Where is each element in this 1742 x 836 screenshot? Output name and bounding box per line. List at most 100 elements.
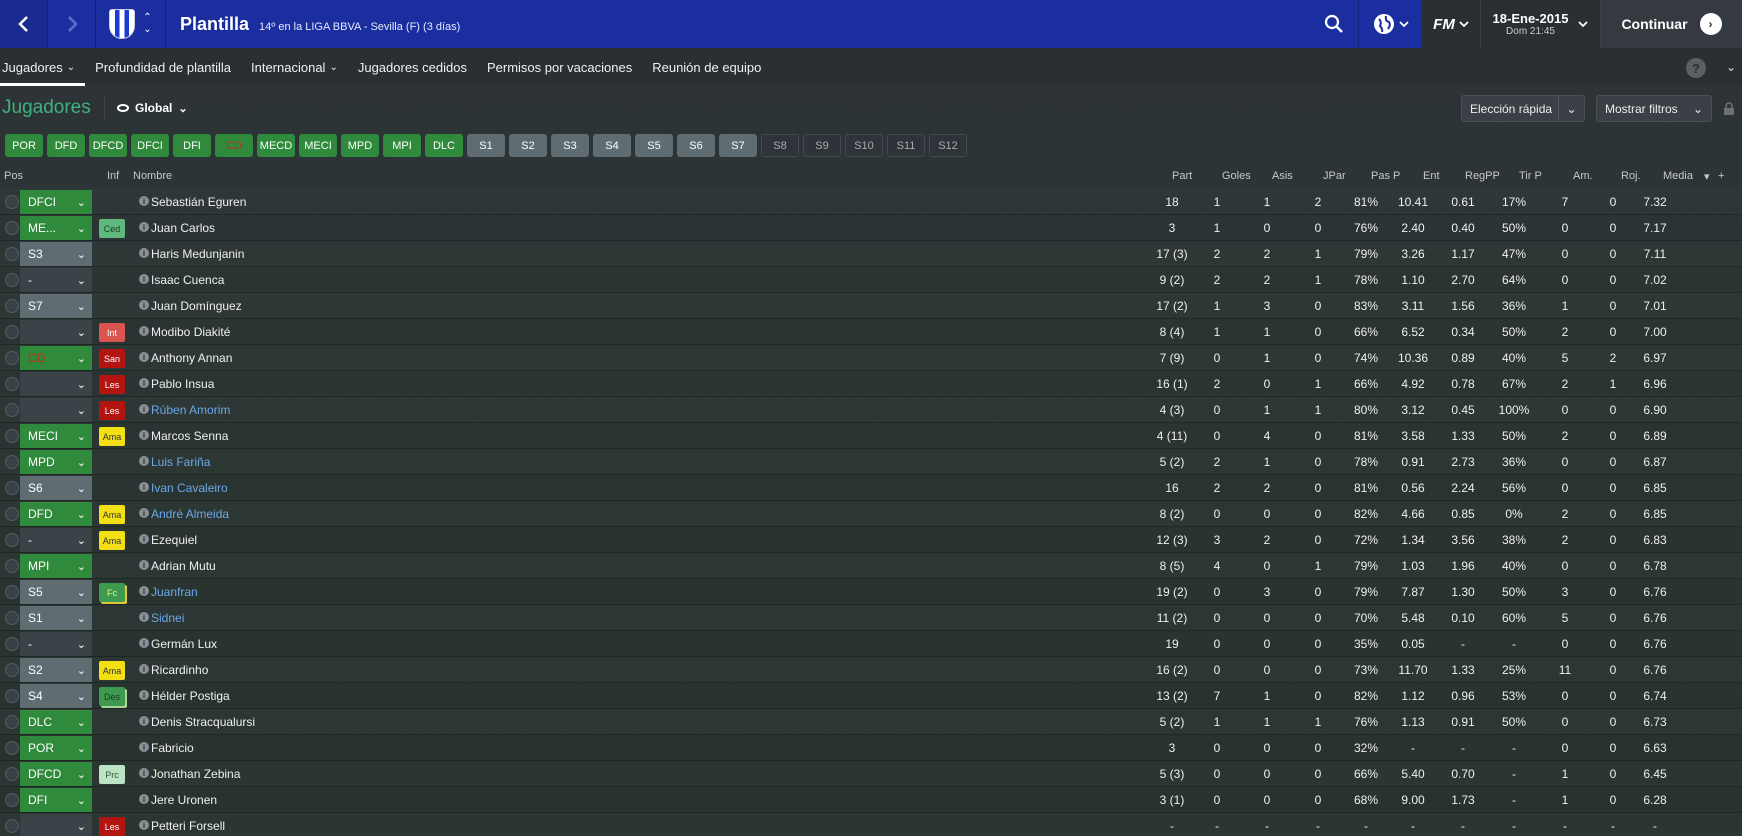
player-name-link[interactable]: Ivan Cavaleiro bbox=[151, 481, 228, 495]
position-dropdown[interactable]: S3 ⌄ bbox=[20, 242, 92, 266]
info-icon[interactable]: i bbox=[139, 820, 149, 830]
info-icon[interactable]: i bbox=[139, 586, 149, 596]
quick-pick-button[interactable]: Elección rápida ⌄ bbox=[1461, 95, 1585, 122]
club-selector[interactable]: ⌃ ⌄ bbox=[96, 0, 166, 48]
status-badge[interactable]: Ama bbox=[99, 531, 125, 550]
player-name-link[interactable]: Anthony Annan bbox=[151, 351, 232, 365]
player-name-link[interactable]: Ricardinho bbox=[151, 663, 208, 677]
col-jpar[interactable]: JPar bbox=[1323, 170, 1346, 182]
forward-button[interactable] bbox=[48, 0, 96, 48]
position-chip[interactable]: S8 bbox=[761, 134, 799, 157]
player-name-link[interactable]: André Almeida bbox=[151, 507, 229, 521]
position-chip[interactable]: S7 bbox=[719, 134, 757, 157]
table-row[interactable]: DFD ⌄ Ama i André Almeida 8 (2) 0 0 0 82% 4.66 0.85… bbox=[0, 501, 1742, 527]
position-dropdown[interactable]: S5 ⌄ bbox=[20, 580, 92, 604]
table-row[interactable]: S7 ⌄ i Juan Domínguez 17 (2) 1 3 0 83% 3.11 1.56 36… bbox=[0, 293, 1742, 319]
info-icon[interactable]: i bbox=[139, 768, 149, 778]
row-select-radio[interactable] bbox=[5, 793, 19, 807]
search-button[interactable] bbox=[1310, 0, 1358, 48]
row-select-radio[interactable] bbox=[5, 741, 19, 755]
player-name-link[interactable]: Jere Uronen bbox=[151, 793, 217, 807]
info-icon[interactable]: i bbox=[139, 352, 149, 362]
position-chip[interactable]: MECI bbox=[299, 134, 337, 157]
info-icon[interactable]: i bbox=[139, 690, 149, 700]
col-asis[interactable]: Asis bbox=[1272, 170, 1293, 182]
row-select-radio[interactable] bbox=[5, 273, 19, 287]
table-row[interactable]: ME... ⌄ Ced i Juan Carlos 3 1 0 0 76% 2.40 0.40 50% 0… bbox=[0, 215, 1742, 241]
player-name-link[interactable]: Juanfran bbox=[151, 585, 198, 599]
table-row[interactable]: CD ⌄ San i Anthony Annan 7 (9) 0 1 0 74% 10.36 0.89… bbox=[0, 345, 1742, 371]
player-name-link[interactable]: Petteri Forsell bbox=[151, 819, 225, 833]
player-name-link[interactable]: Sebastián Eguren bbox=[151, 195, 246, 209]
info-icon[interactable]: i bbox=[139, 378, 149, 388]
player-name-link[interactable]: Adrian Mutu bbox=[151, 559, 216, 573]
position-dropdown[interactable]: S2 ⌄ bbox=[20, 658, 92, 682]
info-icon[interactable]: i bbox=[139, 326, 149, 336]
world-menu-button[interactable] bbox=[1358, 0, 1422, 48]
tab-profundidad[interactable]: Profundidad de plantilla bbox=[85, 48, 241, 86]
table-row[interactable]: S1 ⌄ i Sidnei 11 (2) 0 0 0 70% 5.48 0.10 60% 5 0 6.76 bbox=[0, 605, 1742, 631]
row-select-radio[interactable] bbox=[5, 299, 19, 313]
position-dropdown[interactable]: - ⌄ bbox=[20, 632, 92, 656]
status-badge[interactable]: Fc bbox=[99, 583, 125, 602]
position-chip[interactable]: MPD bbox=[341, 134, 379, 157]
info-icon[interactable]: i bbox=[139, 456, 149, 466]
table-row[interactable]: ⌄ Int i Modibo Diakité 8 (4) 1 1 0 66% 6.52 0.34 50… bbox=[0, 319, 1742, 345]
status-badge[interactable]: San bbox=[99, 349, 125, 368]
tab-vacaciones[interactable]: Permisos por vacaciones bbox=[477, 48, 642, 86]
position-chip[interactable]: S5 bbox=[635, 134, 673, 157]
table-row[interactable]: MPI ⌄ i Adrian Mutu 8 (5) 4 0 1 79% 1.03 1.96 40% 0 0… bbox=[0, 553, 1742, 579]
table-row[interactable]: S4 ⌄ Des i Hélder Postiga 13 (2) 7 1 0 82% 1.12 0.9… bbox=[0, 683, 1742, 709]
info-icon[interactable]: i bbox=[139, 248, 149, 258]
col-inf[interactable]: Inf bbox=[107, 170, 119, 182]
position-dropdown[interactable]: MPD ⌄ bbox=[20, 450, 92, 474]
position-dropdown[interactable]: S7 ⌄ bbox=[20, 294, 92, 318]
position-chip[interactable]: DLC bbox=[425, 134, 463, 157]
player-name-link[interactable]: Rúben Amorim bbox=[151, 403, 230, 417]
player-name-link[interactable]: Juan Domínguez bbox=[151, 299, 242, 313]
status-badge[interactable]: Les bbox=[99, 375, 125, 394]
fm-menu-button[interactable]: FM bbox=[1422, 0, 1480, 48]
position-dropdown[interactable]: ⌄ bbox=[20, 398, 92, 422]
col-regpp[interactable]: RegPP bbox=[1465, 170, 1500, 182]
table-row[interactable]: MPD ⌄ i Luis Fariña 5 (2) 2 1 0 78% 0.91 2.73 36% 0 0… bbox=[0, 449, 1742, 475]
position-dropdown[interactable]: DLC ⌄ bbox=[20, 710, 92, 734]
col-part[interactable]: Part bbox=[1172, 170, 1192, 182]
position-dropdown[interactable]: POR ⌄ bbox=[20, 736, 92, 760]
row-select-radio[interactable] bbox=[5, 325, 19, 339]
row-select-radio[interactable] bbox=[5, 377, 19, 391]
position-chip[interactable]: S10 bbox=[845, 134, 883, 157]
row-select-radio[interactable] bbox=[5, 429, 19, 443]
tab-jugadores[interactable]: Jugadores ⌄ bbox=[0, 48, 86, 86]
position-dropdown[interactable]: CD ⌄ bbox=[20, 346, 92, 370]
player-name-link[interactable]: Denis Stracqualursi bbox=[151, 715, 255, 729]
position-chip[interactable]: S4 bbox=[593, 134, 631, 157]
status-badge[interactable]: Prc bbox=[99, 765, 125, 784]
info-icon[interactable]: i bbox=[139, 404, 149, 414]
help-icon[interactable]: ? bbox=[1686, 58, 1706, 78]
position-dropdown[interactable]: ⌄ bbox=[20, 320, 92, 344]
position-chip[interactable]: S11 bbox=[887, 134, 925, 157]
table-row[interactable]: MECI ⌄ Ama i Marcos Senna 4 (11) 0 4 0 81% 3.58 1.3… bbox=[0, 423, 1742, 449]
row-select-radio[interactable] bbox=[5, 767, 19, 781]
table-row[interactable]: S5 ⌄ Fc i Juanfran 19 (2) 0 3 0 79% 7.87 1.30 50% 3 0 6… bbox=[0, 579, 1742, 605]
status-badge[interactable]: Des bbox=[99, 687, 125, 706]
player-name-link[interactable]: Isaac Cuenca bbox=[151, 273, 224, 287]
player-name-link[interactable]: Ezequiel bbox=[151, 533, 197, 547]
table-row[interactable]: - ⌄ i Isaac Cuenca 9 (2) 2 2 1 78% 1.10 2.70 64% 0 0 7… bbox=[0, 267, 1742, 293]
position-chip[interactable]: S6 bbox=[677, 134, 715, 157]
table-row[interactable]: DLC ⌄ i Denis Stracqualursi 5 (2) 1 1 1 76% 1.13 0… bbox=[0, 709, 1742, 735]
player-name-link[interactable]: Luis Fariña bbox=[151, 455, 210, 469]
table-row[interactable]: DFCD ⌄ Prc i Jonathan Zebina 5 (3) 0 0 0 66% 5.40 0… bbox=[0, 761, 1742, 787]
row-select-radio[interactable] bbox=[5, 585, 19, 599]
position-chip[interactable]: S1 bbox=[467, 134, 505, 157]
position-dropdown[interactable]: ⌄ bbox=[20, 372, 92, 396]
col-roj[interactable]: Roj. bbox=[1621, 170, 1641, 182]
status-badge[interactable]: Les bbox=[99, 817, 125, 836]
table-row[interactable]: ⌄ Les i Petteri Forsell - - - - - - - - - - - bbox=[0, 813, 1742, 836]
col-tirp[interactable]: Tir P bbox=[1519, 170, 1542, 182]
position-dropdown[interactable]: ME... ⌄ bbox=[20, 216, 92, 240]
info-icon[interactable]: i bbox=[139, 274, 149, 284]
player-name-link[interactable]: Germán Lux bbox=[151, 637, 217, 651]
table-row[interactable]: S3 ⌄ i Haris Medunjanin 17 (3) 2 2 1 79% 3.26 1.17… bbox=[0, 241, 1742, 267]
